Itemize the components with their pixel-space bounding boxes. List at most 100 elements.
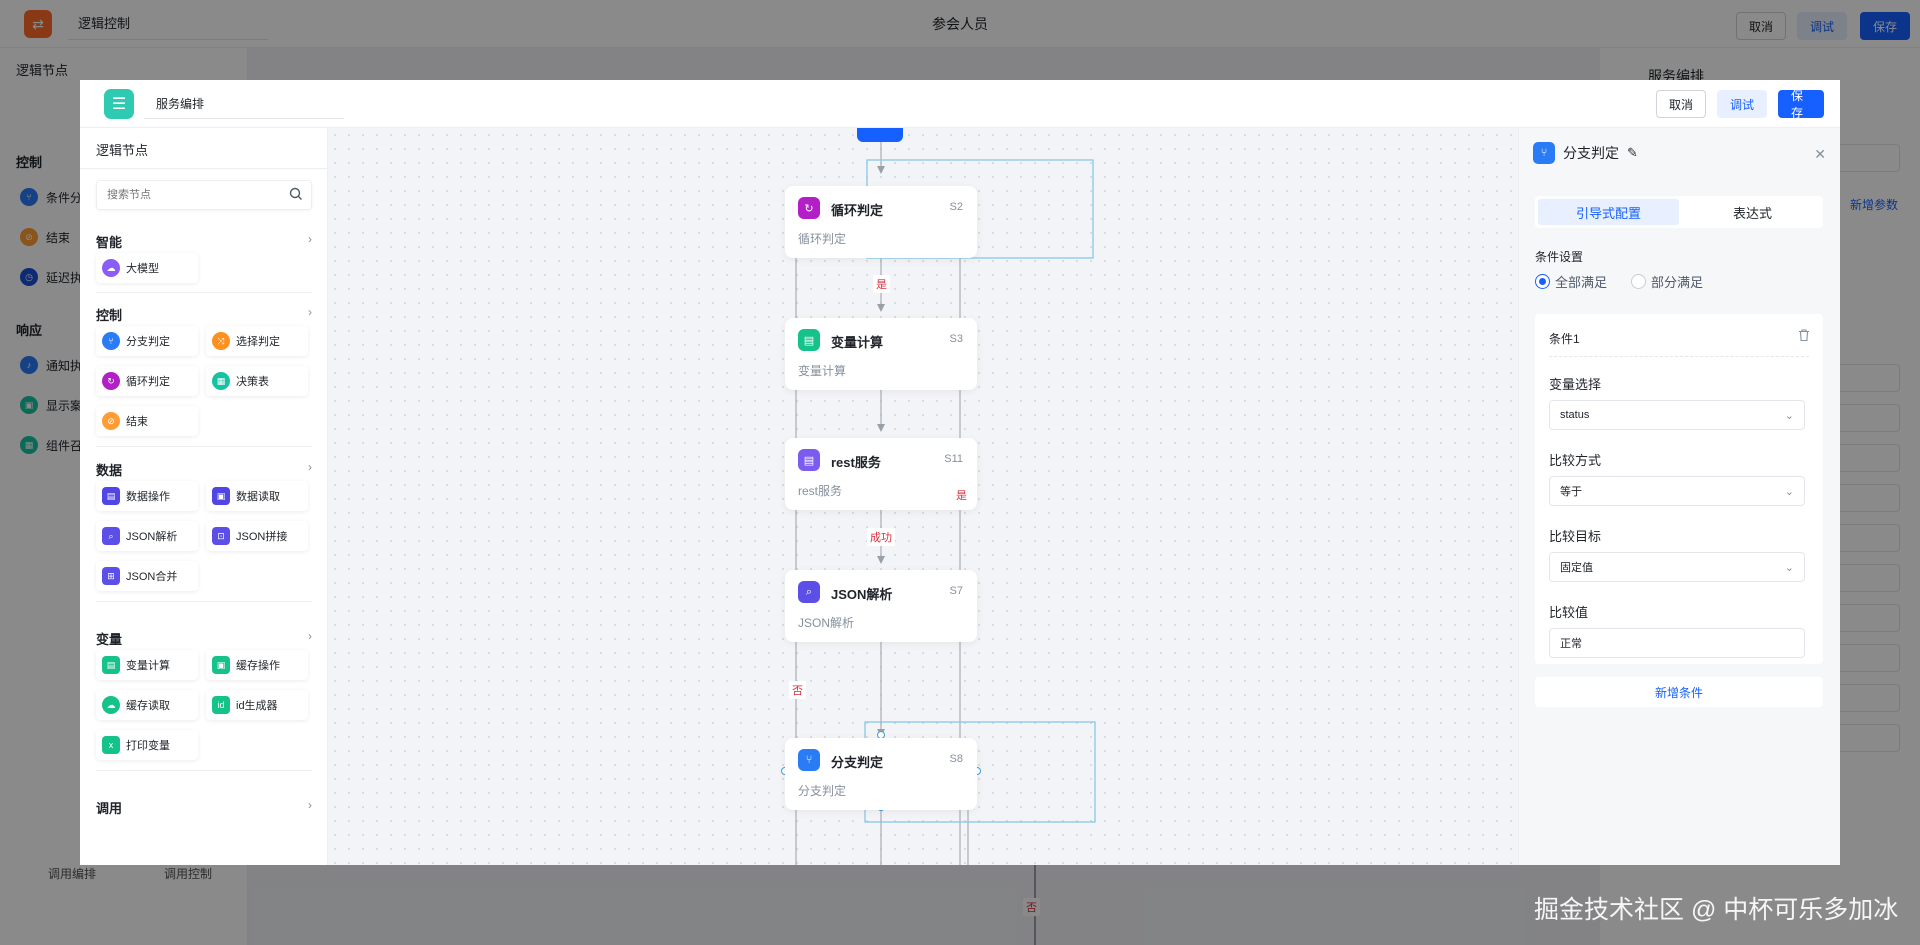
- json-merge-icon: ⊞: [102, 567, 120, 585]
- node-palette: 逻辑节点 智能› ☁大模型 控制› ⑂分支判定 ⤨选择判定 ↻循环判定 ▦决策表…: [80, 128, 328, 865]
- palette-node-data-read[interactable]: ▣ 数据读取: [206, 481, 308, 511]
- compare-value-label: 比较值: [1549, 605, 1589, 620]
- branch-icon: ⑂: [1533, 142, 1555, 164]
- palette-node-var-calc[interactable]: ▤ 变量计算: [96, 650, 198, 680]
- category-invoke[interactable]: 调用 ›: [96, 798, 312, 817]
- search-input[interactable]: [97, 181, 277, 209]
- edit-icon[interactable]: ✎: [1627, 145, 1638, 161]
- loop-icon: ↻: [798, 197, 820, 219]
- config-header: ⑂ 分支判定 ✎: [1533, 142, 1638, 164]
- palette-node-cache-op[interactable]: ▣ 缓存操作: [206, 650, 308, 680]
- edge-label-success: 成功: [867, 528, 895, 546]
- add-condition-button[interactable]: 新增条件: [1535, 677, 1823, 707]
- debug-button[interactable]: 调试: [1717, 90, 1768, 118]
- radio-checked-icon: [1535, 274, 1550, 289]
- cache-op-icon: ▣: [212, 656, 230, 674]
- palette-node-cache-read[interactable]: ☁ 缓存读取: [96, 690, 198, 720]
- palette-node-json-merge[interactable]: ⊞ JSON合并: [96, 561, 198, 591]
- calculator-icon: ▤: [798, 329, 820, 351]
- compare-target-label: 比较目标: [1549, 529, 1602, 544]
- orchestration-logo-icon: ☰: [104, 89, 134, 119]
- condition-title: 条件1: [1549, 332, 1580, 346]
- flow-node-s7[interactable]: ⌕ JSON解析 S7 JSON解析: [785, 570, 977, 642]
- category-control[interactable]: 控制 ›: [96, 305, 312, 324]
- flow-canvas[interactable]: ↻ 循环判定 S2 循环判定 ▤ 变量计算 S3 变量计算 ▤ rest服务 S…: [328, 128, 1518, 865]
- bg-call-control: 调用控制: [164, 867, 213, 881]
- edge-label-yes: 是: [873, 275, 890, 293]
- print-variable-icon: x: [102, 736, 120, 754]
- radio-all-match[interactable]: 全部满足: [1535, 272, 1607, 291]
- edge-label-no: 否: [789, 681, 806, 699]
- radio-partial-match[interactable]: 部分满足: [1631, 272, 1703, 291]
- json-parse-icon: ⌕: [102, 527, 120, 545]
- palette-node-decision-table[interactable]: ▦ 决策表: [206, 366, 308, 396]
- shuffle-icon: ⤨: [212, 332, 230, 350]
- palette-node-branch[interactable]: ⑂ 分支判定: [96, 326, 198, 356]
- category-variable[interactable]: 变量 ›: [96, 629, 312, 648]
- variable-select[interactable]: status ⌄: [1549, 400, 1805, 430]
- palette-node-loop[interactable]: ↻ 循环判定: [96, 366, 198, 396]
- flow-node-s8[interactable]: ⑂ 分支判定 S8 分支判定: [785, 738, 977, 810]
- chevron-right-icon: ›: [308, 798, 312, 812]
- variable-select-label: 变量选择: [1549, 377, 1602, 392]
- trash-icon[interactable]: [1797, 328, 1811, 345]
- chevron-right-icon: ›: [308, 232, 312, 246]
- flow-node-s2[interactable]: ↻ 循环判定 S2 循环判定: [785, 186, 977, 258]
- node-config-panel: ⑂ 分支判定 ✎ ✕ 引导式配置 表达式 条件设置 全部满足 部分满足 条件1 …: [1518, 128, 1840, 865]
- compare-method-label: 比较方式: [1549, 453, 1602, 468]
- radio-unchecked-icon: [1631, 274, 1646, 289]
- bg-call-orchestration: 调用编排: [48, 867, 97, 881]
- rest-service-icon: ▤: [798, 449, 820, 471]
- compare-target-select[interactable]: 固定值 ⌄: [1549, 552, 1805, 582]
- flow-node-s11[interactable]: ▤ rest服务 S11 rest服务: [785, 438, 977, 510]
- palette-title: 逻辑节点: [96, 143, 149, 158]
- chevron-right-icon: ›: [308, 305, 312, 319]
- node-search[interactable]: [96, 180, 312, 210]
- config-tabs: 引导式配置 表达式: [1535, 196, 1823, 228]
- orchestration-name-field[interactable]: 服务编排: [144, 91, 344, 119]
- palette-node-llm[interactable]: ☁ 大模型: [96, 253, 198, 283]
- table-icon: ▦: [212, 372, 230, 390]
- branch-icon: ⑂: [102, 332, 120, 350]
- compare-value-input[interactable]: 正常: [1549, 628, 1805, 658]
- chevron-down-icon: ⌄: [1784, 409, 1794, 422]
- chevron-right-icon: ›: [308, 629, 312, 643]
- json-parse-icon: ⌕: [798, 581, 820, 603]
- chevron-down-icon: ⌄: [1784, 485, 1794, 498]
- cancel-button[interactable]: 取消: [1656, 90, 1707, 118]
- compare-method-select[interactable]: 等于 ⌄: [1549, 476, 1805, 506]
- tab-expression[interactable]: 表达式: [1682, 196, 1823, 228]
- palette-node-id-generator[interactable]: id id生成器: [206, 690, 308, 720]
- chevron-down-icon: ⌄: [1784, 561, 1794, 574]
- calculator-icon: ▤: [102, 656, 120, 674]
- category-smart[interactable]: 智能 ›: [96, 232, 312, 251]
- palette-node-json-parse[interactable]: ⌕ JSON解析: [96, 521, 198, 551]
- palette-node-data-op[interactable]: ▤ 数据操作: [96, 481, 198, 511]
- save-button[interactable]: 保存: [1778, 89, 1824, 120]
- chevron-right-icon: ›: [308, 460, 312, 474]
- branch-icon: ⑂: [798, 749, 820, 771]
- condition-settings-label: 条件设置: [1535, 250, 1584, 264]
- flow-node-s3[interactable]: ▤ 变量计算 S3 变量计算: [785, 318, 977, 390]
- modal-header: ☰ 服务编排 取消 调试 保存: [80, 80, 1840, 128]
- tab-guided-config[interactable]: 引导式配置: [1538, 199, 1679, 225]
- condition-card: 条件1 变量选择 status ⌄ 比较方式 等于 ⌄ 比较目标 固定值 ⌄ 比较值 …: [1535, 314, 1823, 664]
- category-data[interactable]: 数据 ›: [96, 460, 312, 479]
- end-icon: ⊘: [102, 412, 120, 430]
- palette-node-select[interactable]: ⤨ 选择判定: [206, 326, 308, 356]
- config-title: 分支判定: [1563, 145, 1619, 161]
- palette-node-json-concat[interactable]: ⊡ JSON拼接: [206, 521, 308, 551]
- loop-icon: ↻: [102, 372, 120, 390]
- id-generator-icon: id: [212, 696, 230, 714]
- edge-label-yes-right: 是: [953, 486, 970, 504]
- palette-node-print-var[interactable]: x 打印变量: [96, 730, 198, 760]
- watermark: 掘金技术社区 @ 中杯可乐多加冰: [1534, 896, 1899, 924]
- llm-icon: ☁: [102, 259, 120, 277]
- palette-node-end[interactable]: ⊘ 结束: [96, 406, 198, 436]
- data-op-icon: ▤: [102, 487, 120, 505]
- search-icon[interactable]: [289, 187, 303, 204]
- close-icon[interactable]: ✕: [1814, 146, 1826, 163]
- json-concat-icon: ⊡: [212, 527, 230, 545]
- orchestration-modal: ☰ 服务编排 取消 调试 保存 逻辑节点 智能› ☁大模型 控制› ⑂分支判定 …: [80, 80, 1840, 865]
- data-read-icon: ▣: [212, 487, 230, 505]
